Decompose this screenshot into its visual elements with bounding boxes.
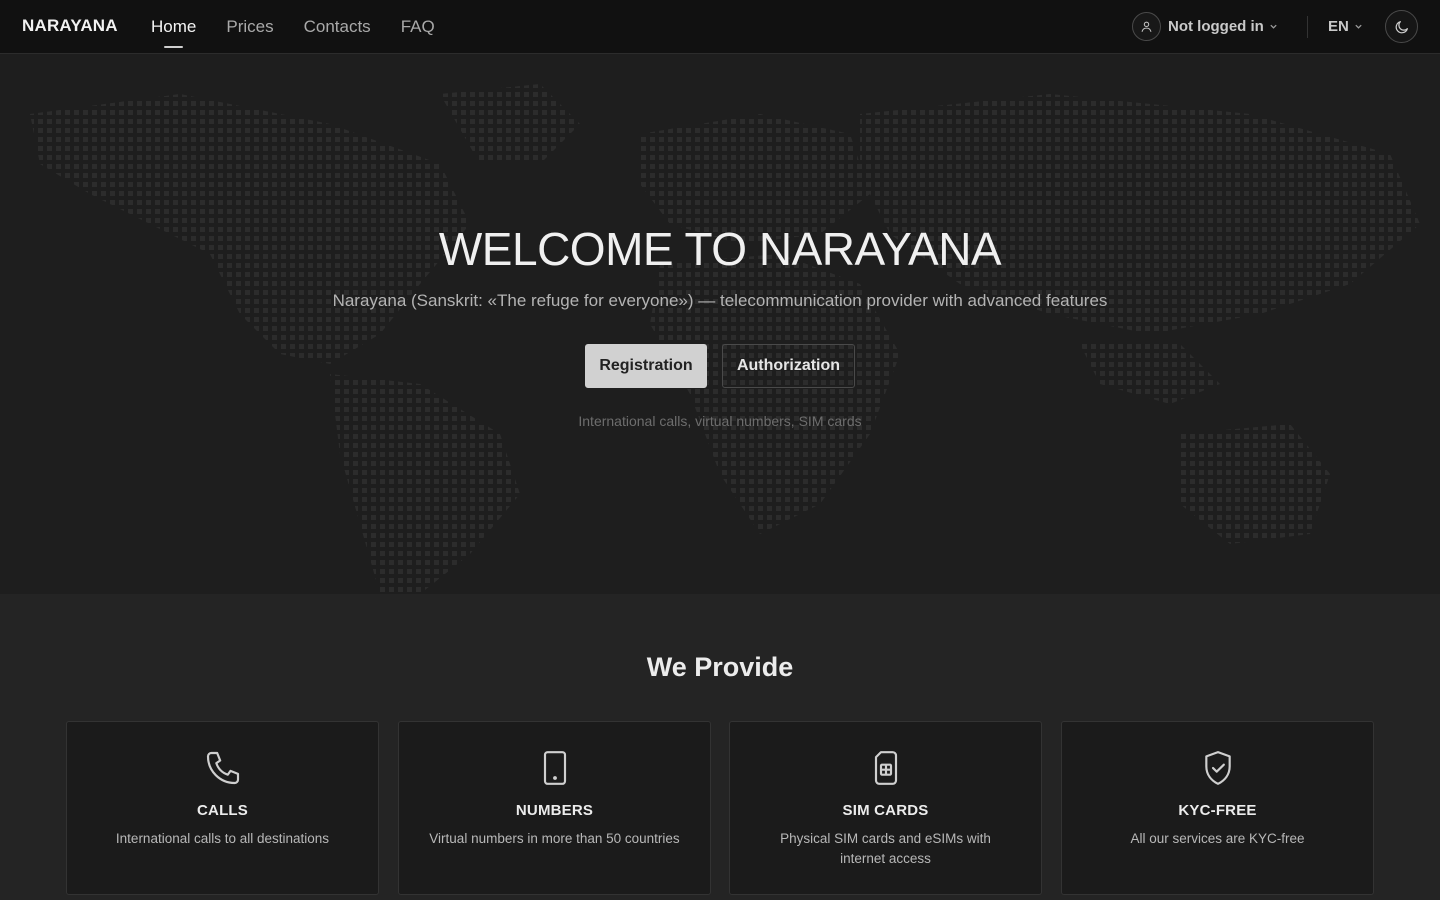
service-card-numbers: NUMBERS Virtual numbers in more than 50 … xyxy=(398,721,711,895)
service-card-sim: SIM CARDS Physical SIM cards and eSIMs w… xyxy=(729,721,1042,895)
service-card-description: Physical SIM cards and eSIMs with intern… xyxy=(780,831,991,866)
service-card-description: All our services are KYC-free xyxy=(1130,831,1305,846)
nav-link-prices[interactable]: Prices xyxy=(226,0,273,54)
nav-link-contacts[interactable]: Contacts xyxy=(304,0,371,54)
service-card-title: KYC-FREE xyxy=(1178,802,1257,819)
service-card-description: Virtual numbers in more than 50 countrie… xyxy=(429,831,680,846)
service-card-title: SIM CARDS xyxy=(842,802,929,819)
authorization-button[interactable]: Authorization xyxy=(722,344,855,388)
service-card-kyc: KYC-FREE All our services are KYC-free xyxy=(1061,721,1374,895)
chevron-down-icon xyxy=(1355,24,1362,29)
top-navbar: NARAYANA Home Prices Contacts FAQ Not lo… xyxy=(0,0,1440,54)
hero-title: WELCOME TO NARAYANA xyxy=(438,223,1002,275)
main-nav: Home Prices Contacts FAQ xyxy=(151,0,465,54)
services-title: We Provide xyxy=(646,652,794,682)
user-menu-button[interactable]: Not logged in xyxy=(1132,11,1278,41)
language-label: EN xyxy=(1328,17,1349,35)
world-map-background xyxy=(30,84,1420,594)
theme-toggle-button[interactable] xyxy=(1385,10,1418,43)
hero-subtitle: Narayana (Sanskrit: «The refuge for ever… xyxy=(332,291,1108,310)
nav-divider xyxy=(1307,16,1308,38)
services-cards: CALLS International calls to all destina… xyxy=(66,721,1374,895)
user-icon xyxy=(1132,11,1161,41)
phone-icon xyxy=(67,748,378,790)
brand-logo[interactable]: NARAYANA xyxy=(22,16,118,36)
sim-card-icon xyxy=(730,748,1041,790)
hero-note: International calls, virtual numbers, SI… xyxy=(578,413,862,429)
nav-link-home[interactable]: Home xyxy=(151,0,196,54)
user-menu-label: Not logged in xyxy=(1168,17,1264,35)
language-selector[interactable]: EN xyxy=(1328,11,1363,41)
chevron-down-icon xyxy=(1270,24,1277,29)
smartphone-icon xyxy=(399,748,710,790)
registration-button[interactable]: Registration xyxy=(585,344,707,388)
hero-section: WELCOME TO NARAYANA Narayana (Sanskrit: … xyxy=(0,54,1440,594)
service-card-calls: CALLS International calls to all destina… xyxy=(66,721,379,895)
service-card-description: International calls to all destinations xyxy=(115,831,330,846)
moon-icon xyxy=(1395,20,1408,33)
service-card-title: CALLS xyxy=(197,802,248,819)
service-card-title: NUMBERS xyxy=(515,802,594,819)
shield-check-icon xyxy=(1062,748,1373,790)
nav-link-faq[interactable]: FAQ xyxy=(401,0,435,54)
